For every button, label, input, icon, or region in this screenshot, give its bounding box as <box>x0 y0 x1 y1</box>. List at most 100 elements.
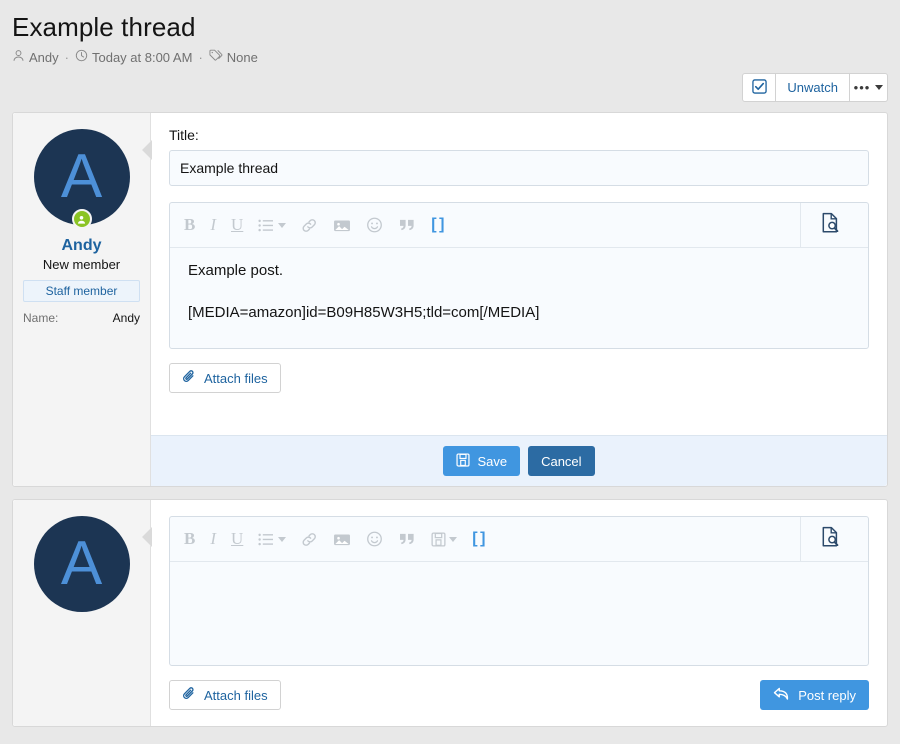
reply-message-panel: A B I U <box>12 499 888 727</box>
italic-button[interactable]: I <box>210 215 216 235</box>
editor-block: B I U <box>151 186 887 349</box>
cancel-button[interactable]: Cancel <box>528 446 594 476</box>
edit-message-footer: Save Cancel <box>151 435 887 486</box>
sidebar-extra-pairs: Name: Andy <box>23 310 140 326</box>
reply-message-content: B I U <box>151 500 887 726</box>
bullet-list-icon[interactable] <box>258 533 286 546</box>
reply-editor-block: B I U <box>151 500 887 666</box>
page-title: Example thread <box>12 10 888 44</box>
save-button[interactable]: Save <box>443 446 520 476</box>
bbcode-toggle-button[interactable]: [ ] <box>472 530 484 548</box>
preview-button[interactable] <box>800 517 860 562</box>
reply-user-sidebar: A <box>13 500 151 726</box>
save-label: Save <box>477 454 507 469</box>
tag-icon <box>209 49 223 65</box>
user-icon <box>12 49 25 65</box>
quote-icon[interactable] <box>398 532 416 546</box>
sidebar-pair-key: Name: <box>23 311 58 325</box>
thread-meta: Andy · Today at 8:00 AM · None <box>12 49 888 65</box>
underline-button[interactable]: U <box>231 529 243 549</box>
document-preview-icon <box>820 212 841 239</box>
page-header: Example thread Andy · Today at 8:00 AM · <box>0 0 900 65</box>
link-icon[interactable] <box>301 218 318 233</box>
post-reply-label: Post reply <box>798 688 856 703</box>
editor-paragraph-2: [MEDIA=amazon]id=B09H85W3H5;tld=com[/MED… <box>188 302 850 323</box>
paperclip-icon <box>182 369 197 387</box>
bbcode-toggle-button[interactable]: [ ] <box>431 216 443 234</box>
image-icon[interactable] <box>333 218 351 233</box>
title-input[interactable] <box>169 150 869 186</box>
online-status-icon <box>72 209 92 229</box>
meta-tags-text: None <box>227 50 258 65</box>
unwatch-button[interactable]: Unwatch <box>775 73 850 102</box>
editor-toolbar: B I U <box>170 203 868 248</box>
chevron-down-icon <box>278 223 286 228</box>
floppy-save-icon <box>456 453 470 470</box>
image-icon[interactable] <box>333 532 351 547</box>
reply-toolbar-buttons: B I U <box>184 529 484 549</box>
meta-separator-2: · <box>198 50 202 65</box>
reply-editor-toolbar: B I U <box>170 517 868 562</box>
edit-footer-spacer <box>151 409 887 435</box>
meta-tags: None <box>209 49 258 65</box>
attach-files-label: Attach files <box>204 371 268 386</box>
reply-attach-row: Attach files Post reply <box>151 666 887 726</box>
chevron-down-icon <box>875 85 883 90</box>
avatar-wrapper: A <box>34 129 130 225</box>
post-reply-button[interactable]: Post reply <box>760 680 869 710</box>
meta-time: Today at 8:00 AM <box>75 49 192 65</box>
smiley-icon[interactable] <box>366 531 383 547</box>
watch-button-group: Unwatch ••• <box>742 73 888 102</box>
reply-content-area[interactable] <box>170 562 868 665</box>
reply-arrow-icon <box>773 686 791 705</box>
smiley-icon[interactable] <box>366 217 383 233</box>
meta-time-text: Today at 8:00 AM <box>92 50 192 65</box>
more-options-button[interactable]: ••• <box>849 73 888 102</box>
message-user-sidebar: A Andy New member Staff member Name: And… <box>13 113 151 486</box>
meta-author: Andy <box>12 49 59 65</box>
title-field-label: Title: <box>169 127 869 143</box>
bullet-list-icon[interactable] <box>258 219 286 232</box>
reply-avatar-wrapper: A <box>34 516 130 612</box>
italic-button[interactable]: I <box>210 529 216 549</box>
floppy-drafts-icon[interactable] <box>431 532 457 547</box>
attach-files-button[interactable]: Attach files <box>169 363 281 393</box>
bold-button[interactable]: B <box>184 215 195 235</box>
ellipsis-icon: ••• <box>854 84 871 92</box>
quote-icon[interactable] <box>398 218 416 232</box>
edit-attach-row: Attach files <box>151 349 887 409</box>
chevron-down-icon <box>449 537 457 542</box>
preview-button[interactable] <box>800 203 860 248</box>
reply-arrow-notch <box>142 528 151 546</box>
message-arrow-notch <box>142 141 151 159</box>
edit-message-panel: A Andy New member Staff member Name: And… <box>12 112 888 487</box>
title-field-block: Title: <box>151 113 887 186</box>
editor-content-area[interactable]: Example post. [MEDIA=amazon]id=B09H85W3H… <box>170 248 868 348</box>
bold-button[interactable]: B <box>184 529 195 549</box>
clock-icon <box>75 49 88 65</box>
header-actions: Unwatch ••• <box>0 65 900 112</box>
editor-paragraph-1: Example post. <box>188 260 850 281</box>
paperclip-icon <box>182 686 197 704</box>
meta-separator-1: · <box>65 50 69 65</box>
checkbox-checked-icon <box>752 79 767 97</box>
sidebar-pair-name: Name: Andy <box>23 310 140 326</box>
edit-message-content: Title: B I U <box>151 113 887 486</box>
avatar[interactable]: A <box>34 516 130 612</box>
underline-button[interactable]: U <box>231 215 243 235</box>
attach-files-button[interactable]: Attach files <box>169 680 281 710</box>
sidebar-user-banner: Staff member <box>23 280 140 302</box>
reply-editor: B I U <box>169 516 869 666</box>
sidebar-user-title: New member <box>23 257 140 272</box>
editor-toolbar-buttons: B I U <box>184 215 443 235</box>
sidebar-pair-value: Andy <box>113 311 140 325</box>
attach-files-label: Attach files <box>204 688 268 703</box>
watch-toggle-button[interactable] <box>742 73 776 102</box>
meta-author-name: Andy <box>29 50 59 65</box>
chevron-down-icon <box>278 537 286 542</box>
sidebar-username[interactable]: Andy <box>23 237 140 255</box>
post-editor: B I U <box>169 202 869 349</box>
thread-page: Example thread Andy · Today at 8:00 AM · <box>0 0 900 744</box>
document-preview-icon <box>820 526 841 553</box>
link-icon[interactable] <box>301 532 318 547</box>
